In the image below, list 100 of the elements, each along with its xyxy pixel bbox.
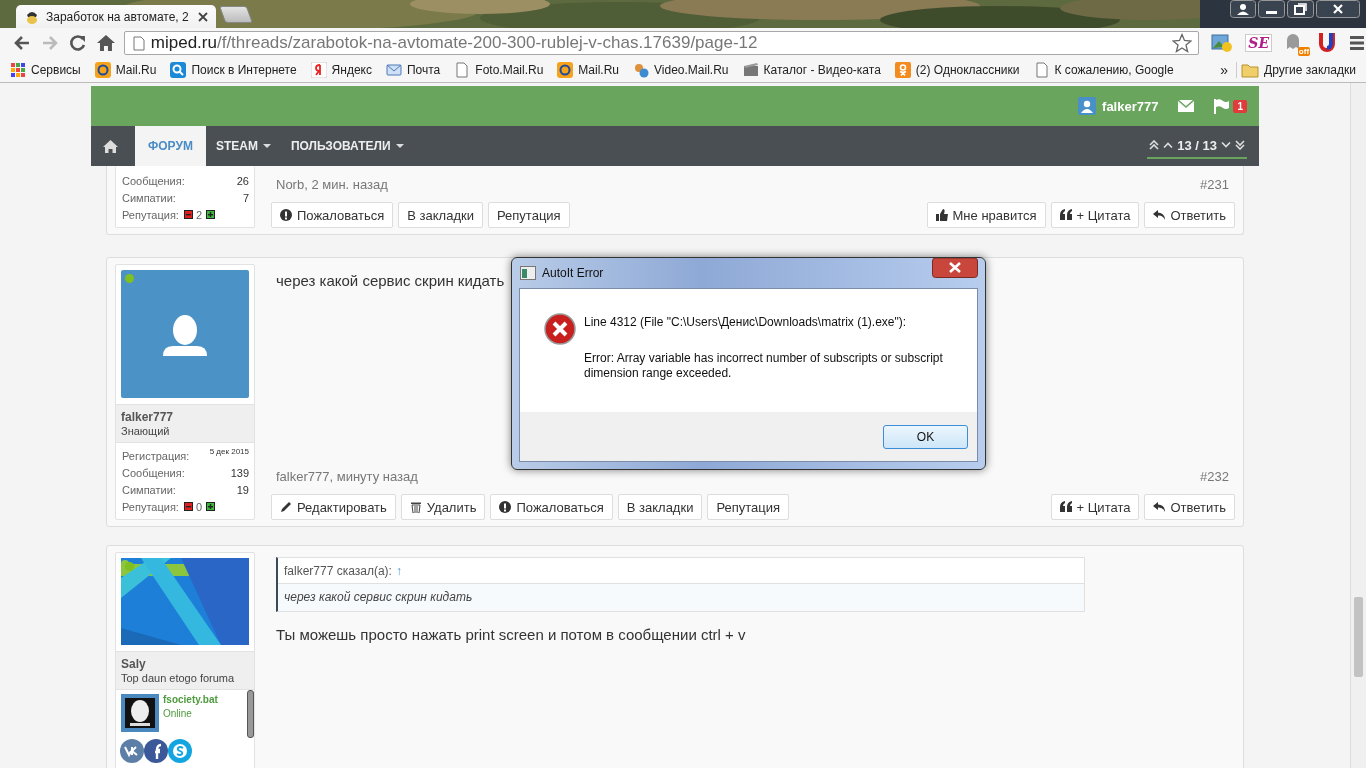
post-action-button[interactable]: Пожаловаться xyxy=(490,494,613,520)
facebook-icon[interactable] xyxy=(144,739,168,763)
trash-icon xyxy=(409,501,422,513)
browser-tab[interactable]: Заработок на автомате, 2 xyxy=(16,5,216,28)
bookmark-item[interactable]: Почта xyxy=(381,62,445,78)
letter-icon xyxy=(310,62,327,78)
stat-label: Сообщения: xyxy=(122,466,185,479)
person-icon xyxy=(894,62,911,78)
stat-label: Сообщения: xyxy=(122,174,185,187)
page-jump[interactable]: 13 / 13 xyxy=(1147,133,1247,159)
stat-label: Регистрация: xyxy=(122,449,190,462)
skype-icon[interactable] xyxy=(168,739,192,763)
scrollbar-thumb[interactable] xyxy=(1354,597,1363,677)
error-message: Error: Array variable has incorrect number of subscripts or subscript dimension range exceeded. xyxy=(584,351,944,381)
user-icon xyxy=(1078,97,1097,115)
flag-icon[interactable] xyxy=(1214,98,1231,114)
error-icon xyxy=(544,313,576,345)
url-text: miped.ru/f/threads/zarabotok-na-avtomate-200-300-rublej-v-chas.17639/page-12 xyxy=(150,33,759,53)
ok-button[interactable]: OK xyxy=(883,424,968,449)
vk-icon[interactable] xyxy=(120,739,144,763)
error-location: Line 4312 (File "C:\Users\Денис\Downloads\matrix (1).exe"): xyxy=(584,315,908,329)
chevron-down-icon xyxy=(1221,142,1231,148)
double-chevron-down-icon xyxy=(1235,140,1245,150)
close-button[interactable] xyxy=(932,258,978,278)
post-action-button[interactable]: В закладки xyxy=(617,494,703,520)
quote-text: через какой сервис скрин кидать xyxy=(278,584,1084,611)
address-bar[interactable]: miped.ru/f/threads/zarabotok-na-avtomate-200-300-rublej-v-chas.17639/page-12 xyxy=(123,31,1200,55)
post-action-button[interactable]: В закладки xyxy=(398,202,483,228)
page-icon xyxy=(454,62,471,78)
plus-icon[interactable] xyxy=(206,210,216,219)
bookmark-item[interactable]: Foto.Mail.Ru xyxy=(450,62,548,78)
quote-icon xyxy=(1059,209,1072,221)
pencil-icon xyxy=(280,501,292,513)
restore-button[interactable] xyxy=(1287,0,1314,18)
bookmark-item[interactable]: Сервисы xyxy=(6,62,85,78)
stat-value: 5 дек 2015 xyxy=(209,447,249,456)
message-text: через какой сервис скрин кидать xyxy=(275,271,505,289)
reply-arrow-icon xyxy=(1153,209,1166,221)
magnet-icon[interactable] xyxy=(1318,32,1337,54)
close-button[interactable] xyxy=(1316,0,1360,18)
page-icon xyxy=(132,35,145,51)
stat-label: Репутация: xyxy=(122,500,179,513)
username-link[interactable]: Saly xyxy=(121,657,249,671)
alert-count: 1 xyxy=(1233,99,1247,113)
post-number-link[interactable]: #231 xyxy=(1200,177,1229,192)
nav-tab[interactable]: STEAM xyxy=(205,126,281,166)
scrollbar[interactable] xyxy=(1350,83,1366,768)
home-icon[interactable] xyxy=(95,33,116,53)
thumbs-up-icon xyxy=(935,209,948,221)
extension-button[interactable]: SE xyxy=(1245,34,1273,52)
more-bookmarks-button[interactable]: » xyxy=(1212,62,1238,78)
off-badge: off xyxy=(1297,47,1311,56)
post-action-button[interactable]: Ответить xyxy=(1144,202,1235,228)
user-button[interactable] xyxy=(1230,0,1256,18)
bookmark-item[interactable]: К сожалению, Google xyxy=(1029,62,1178,78)
menu-icon[interactable] xyxy=(1348,35,1366,51)
nav-tab[interactable]: ПОЛЬЗОВАТЕЛИ xyxy=(280,126,414,166)
reputation-value: 2 xyxy=(195,208,203,221)
image-icon[interactable] xyxy=(1211,33,1234,53)
message-text: Ты можешь просто нажать print screen и потом в сообщении ctrl + v xyxy=(275,625,746,643)
post-action-button[interactable]: Пожаловаться xyxy=(271,202,394,228)
close-icon[interactable] xyxy=(198,11,208,22)
reputation-value: 0 xyxy=(195,500,203,513)
post-action-button[interactable]: Репутация xyxy=(707,494,790,520)
post-author-time[interactable]: Norb, 2 мин. назад xyxy=(276,177,388,192)
reload-icon[interactable] xyxy=(67,33,88,53)
bookmark-folder[interactable]: Другие закладки xyxy=(1237,62,1360,78)
bookmark-item[interactable]: Video.Mail.Ru xyxy=(629,62,733,78)
user-title: Top daun etogo foruma xyxy=(121,672,236,684)
post-number-link[interactable]: #232 xyxy=(1200,469,1229,484)
bookmark-item[interactable]: (2) Одноклассники xyxy=(890,62,1024,78)
post-action-button[interactable]: Удалить xyxy=(400,494,486,520)
stat-label: Симпатии: xyxy=(122,483,176,496)
minus-icon[interactable] xyxy=(183,210,193,219)
stat-value: 19 xyxy=(236,483,249,496)
quote-author: falker777 сказал(а): xyxy=(284,564,392,578)
exclamation-icon xyxy=(499,501,512,513)
post-action-button[interactable]: + Цитата xyxy=(1050,494,1140,520)
bookmark-item[interactable]: Яндекс xyxy=(306,62,376,78)
bookmark-item[interactable]: Поиск в Интернете xyxy=(166,62,301,78)
scroll-handle[interactable] xyxy=(247,690,254,738)
minus-icon[interactable] xyxy=(183,502,193,511)
envelope-icon[interactable] xyxy=(1178,100,1195,112)
post-action-button[interactable]: Мне нравится xyxy=(926,202,1046,228)
post-action-button[interactable]: Ответить xyxy=(1144,494,1235,520)
star-icon[interactable] xyxy=(1172,33,1193,53)
post-action-button[interactable]: + Цитата xyxy=(1050,202,1140,228)
post-action-button[interactable]: Редактировать xyxy=(271,494,396,520)
profile-name-link[interactable]: fsociety.bat xyxy=(163,694,218,705)
post-action-button[interactable]: Репутация xyxy=(487,202,570,228)
plus-icon[interactable] xyxy=(206,502,216,511)
search-icon xyxy=(170,62,187,78)
post-author-time[interactable]: falker777, минуту назад xyxy=(276,469,418,484)
home-icon[interactable] xyxy=(103,139,118,153)
bookmark-item[interactable]: Mail.Ru xyxy=(90,62,161,78)
minimize-button[interactable] xyxy=(1258,0,1285,18)
avatar-icon[interactable] xyxy=(121,270,249,398)
username-link[interactable]: falker777 xyxy=(121,410,249,424)
bookmark-item[interactable]: Каталог - Видео-ката xyxy=(738,62,885,78)
bookmark-item[interactable]: Mail.Ru xyxy=(553,62,623,78)
